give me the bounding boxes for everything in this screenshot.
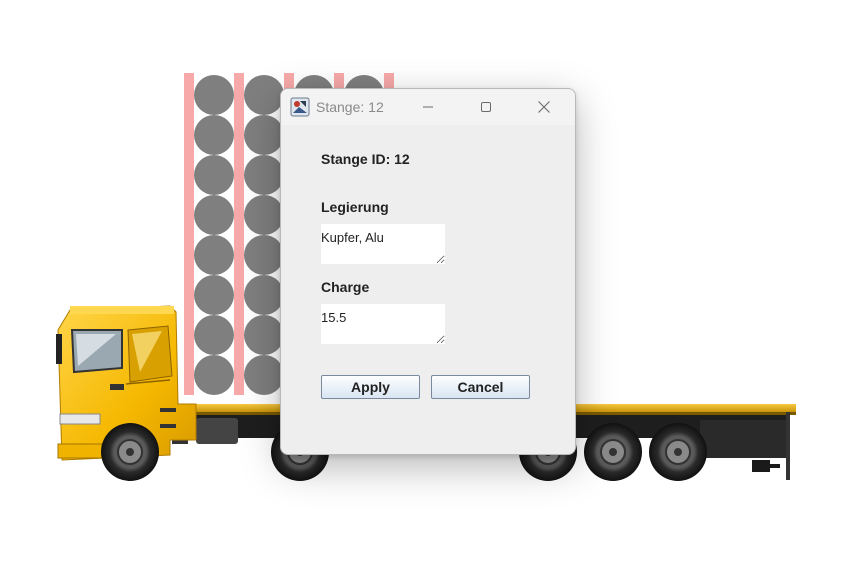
minimize-button[interactable] <box>405 89 451 125</box>
title-bar[interactable]: Stange: 12 <box>281 89 575 125</box>
legierung-label: Legierung <box>321 199 389 215</box>
charge-label: Charge <box>321 279 370 295</box>
stange-id-label: Stange ID: 12 <box>321 151 410 167</box>
close-button[interactable] <box>521 89 567 125</box>
maximize-button[interactable] <box>463 89 509 125</box>
close-icon <box>538 101 550 113</box>
charge-field[interactable]: 15.5 <box>321 304 445 344</box>
legierung-field[interactable]: Kupfer, Alu <box>321 224 445 264</box>
minimize-icon <box>423 106 433 108</box>
stange-dialog: Stange: 12 Stange ID: 12 Legierung Kupfe… <box>280 88 576 455</box>
cancel-button[interactable]: Cancel <box>431 375 530 399</box>
app-icon <box>290 97 310 117</box>
maximize-icon <box>481 102 491 112</box>
dialog-title: Stange: 12 <box>316 99 384 115</box>
apply-button[interactable]: Apply <box>321 375 420 399</box>
